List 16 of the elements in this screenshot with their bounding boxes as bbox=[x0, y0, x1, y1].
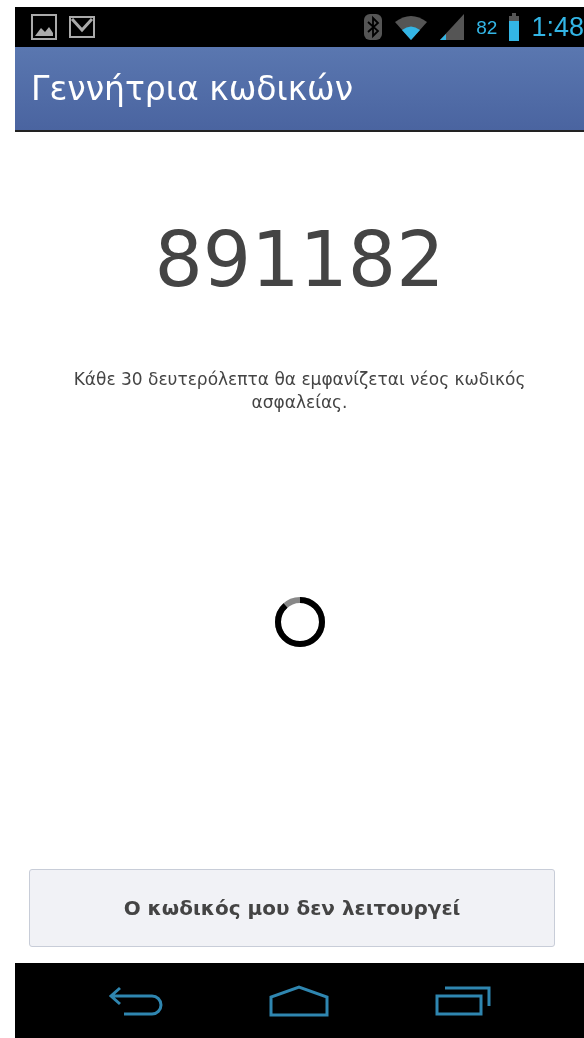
security-code: 891182 bbox=[154, 222, 445, 298]
bluetooth-icon bbox=[364, 14, 383, 40]
back-icon[interactable] bbox=[107, 985, 164, 1016]
clock-time: 1:48 bbox=[531, 13, 584, 41]
battery-icon bbox=[509, 13, 520, 41]
home-icon[interactable] bbox=[269, 984, 330, 1017]
battery-percent: 82 bbox=[476, 17, 498, 37]
screen-title: Γεννήτρια κωδικών bbox=[31, 69, 354, 108]
signal-icon bbox=[440, 14, 465, 40]
mail-icon bbox=[69, 16, 95, 38]
description-text: Κάθε 30 δευτερόλεπτα θα εμφανίζεται νέος κωδικός ασφαλείας. bbox=[72, 368, 527, 414]
code-not-working-button[interactable]: Ο κωδικός μου δεν λειτουργεί bbox=[29, 869, 555, 947]
recent-apps-icon[interactable] bbox=[435, 985, 492, 1016]
wifi-icon bbox=[394, 14, 429, 40]
gallery-icon bbox=[31, 14, 57, 40]
countdown-ring-icon bbox=[272, 594, 327, 649]
